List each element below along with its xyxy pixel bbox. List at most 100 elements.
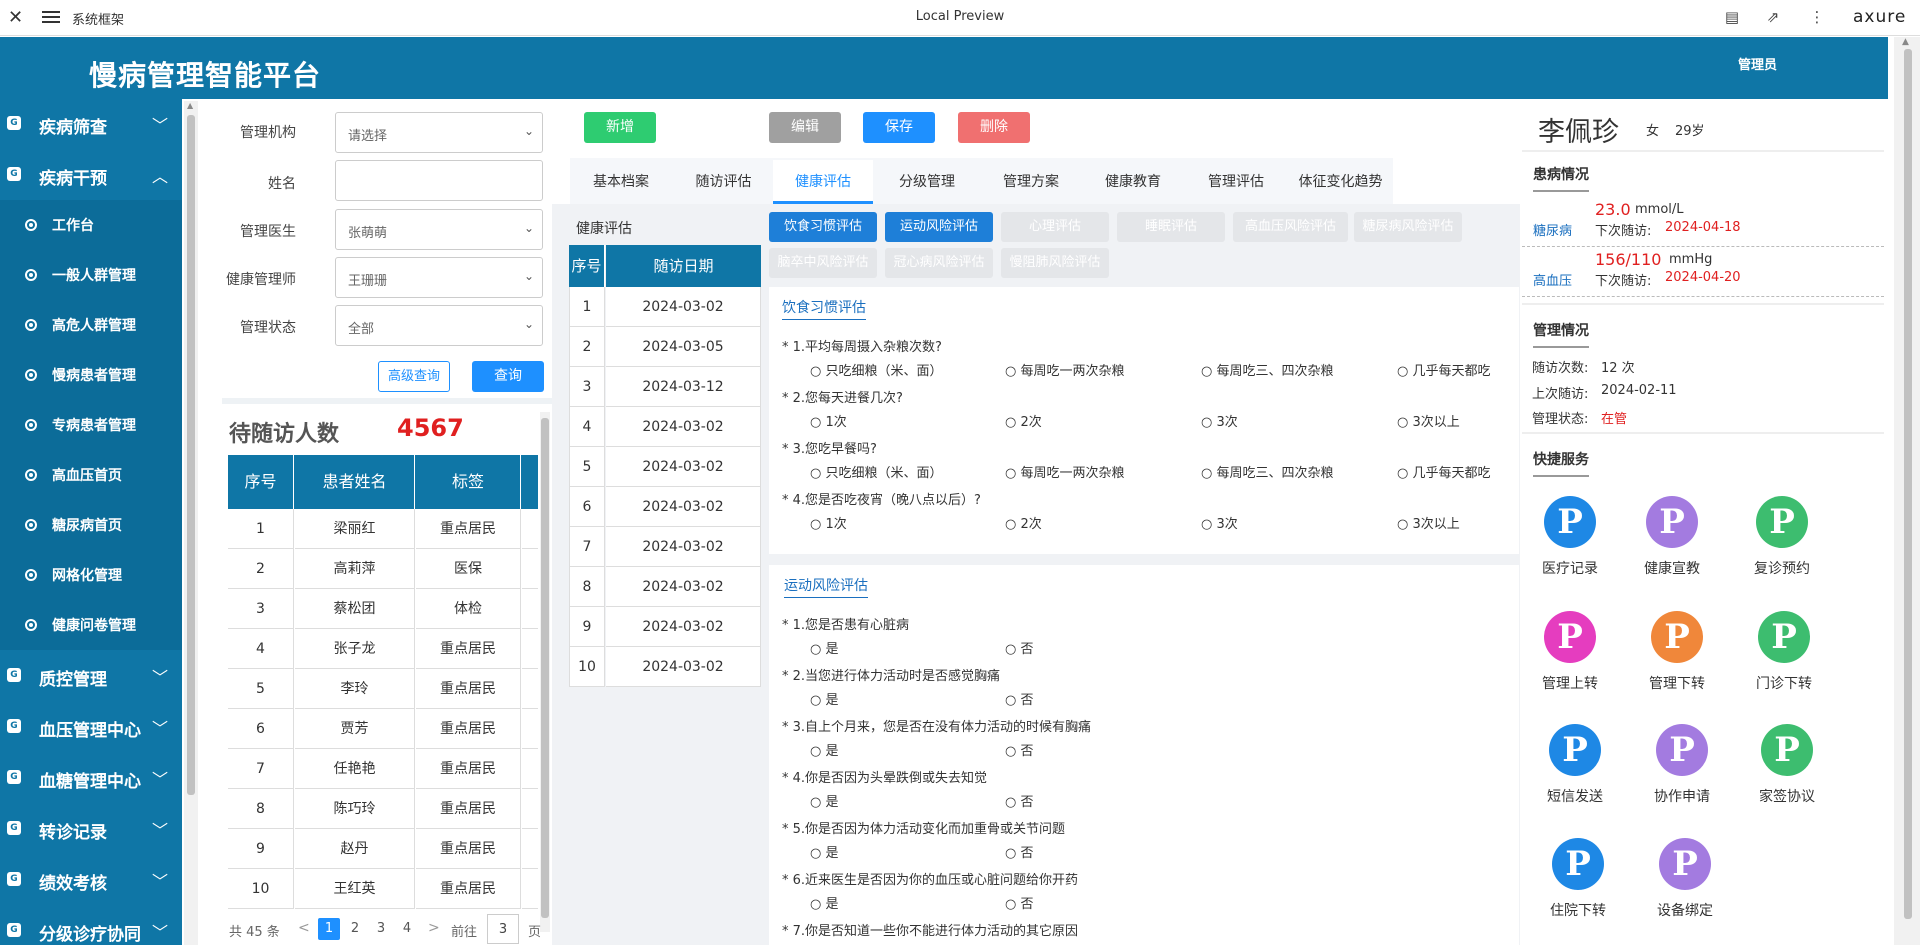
radio-option[interactable]: ○ 是 xyxy=(810,689,839,708)
radio-option[interactable]: ○ 否 xyxy=(1005,791,1034,810)
sidebar-group[interactable]: G 分级诊疗协同 ﹀ xyxy=(0,906,182,945)
table-row[interactable]: 2024-03-02 xyxy=(606,647,761,687)
radio-option[interactable]: ○ 每周吃三、四次杂粮 xyxy=(1201,360,1334,379)
table-row[interactable]: 2024-03-02 xyxy=(606,527,761,567)
radio-option[interactable]: ○ 是 xyxy=(810,893,839,912)
tab-6[interactable]: 健康教育 xyxy=(1083,160,1183,204)
tab-3[interactable]: 健康评估 xyxy=(773,160,873,204)
eval-tag[interactable]: 慢阻肺风险评估 xyxy=(1001,248,1109,278)
radio-option[interactable]: ○ 3次以上 xyxy=(1397,411,1509,430)
tab-8[interactable]: 体征变化趋势 xyxy=(1289,160,1392,204)
tab-4[interactable]: 分级管理 xyxy=(877,160,977,204)
eval-tag[interactable]: 冠心病风险评估 xyxy=(885,248,993,278)
eval-tag[interactable]: 睡眠评估 xyxy=(1117,212,1225,242)
sidebar-item[interactable]: 一般人群管理 xyxy=(0,250,182,300)
radio-option[interactable]: ○ 是 xyxy=(810,638,839,657)
service-4[interactable]: P 管理上转 xyxy=(1530,611,1610,693)
radio-option[interactable]: ○ 1次 xyxy=(810,411,847,430)
sidebar-item[interactable]: 专病患者管理 xyxy=(0,400,182,450)
eval-tag[interactable]: 糖尿病风险评估 xyxy=(1354,212,1462,242)
service-11[interactable]: P 设备绑定 xyxy=(1645,838,1725,920)
table-scrollbar[interactable] xyxy=(540,412,550,932)
pagination-prev[interactable]: < xyxy=(298,920,310,936)
radio-option[interactable]: ○ 是 xyxy=(810,740,839,759)
doctor-select[interactable]: 张萌萌 ⌄ xyxy=(335,209,543,250)
share-icon[interactable]: ⇗ xyxy=(1764,8,1782,26)
radio-option[interactable]: ○ 只吃细粮（米、面） xyxy=(810,360,943,379)
pagination-page[interactable]: 3 xyxy=(370,918,392,940)
sidebar-item[interactable]: 高危人群管理 xyxy=(0,300,182,350)
eval-tag[interactable]: 心理评估 xyxy=(1001,212,1109,242)
notes-icon[interactable]: ▤ xyxy=(1723,8,1741,26)
eval-tag[interactable]: 高血压风险评估 xyxy=(1233,212,1348,242)
pagination-page[interactable]: 1 xyxy=(318,918,340,940)
sidebar-item[interactable]: 工作台 xyxy=(0,200,182,250)
service-10[interactable]: P 住院下转 xyxy=(1538,838,1618,920)
table-row[interactable]: 2024-03-12 xyxy=(606,367,761,407)
menu-icon[interactable] xyxy=(42,8,60,24)
query-button[interactable]: 查询 xyxy=(472,361,544,392)
edit-button[interactable]: 编辑 xyxy=(769,112,841,143)
eval-tag[interactable]: 运动风险评估 xyxy=(885,212,993,242)
sidebar-item[interactable]: 网格化管理 xyxy=(0,550,182,600)
radio-option[interactable]: ○ 否 xyxy=(1005,893,1034,912)
service-8[interactable]: P 协作申请 xyxy=(1642,724,1722,806)
service-1[interactable]: P 医疗记录 xyxy=(1530,496,1610,578)
radio-option[interactable]: ○ 3次 xyxy=(1201,513,1238,532)
service-5[interactable]: P 管理下转 xyxy=(1637,611,1717,693)
column-header[interactable]: 序号 xyxy=(228,455,294,509)
sidebar-group[interactable]: G 疾病干预 ︿ xyxy=(0,150,182,200)
page-scrollbar[interactable]: ▲ xyxy=(1894,37,1920,945)
radio-option[interactable]: ○ 几乎每天都吃 xyxy=(1397,462,1509,481)
condition-name[interactable]: 糖尿病 xyxy=(1533,220,1572,239)
sidebar-group[interactable]: G 疾病筛查 ﹀ xyxy=(0,99,182,149)
tab-7[interactable]: 管理评估 xyxy=(1186,160,1286,204)
table-row[interactable]: 2024-03-02 xyxy=(606,487,761,527)
radio-option[interactable]: ○ 是 xyxy=(810,791,839,810)
table-row[interactable]: 2024-03-02 xyxy=(606,567,761,607)
sidebar-group[interactable]: G 质控管理 ﹀ xyxy=(0,651,182,701)
table-row[interactable]: 2024-03-02 xyxy=(606,287,761,327)
pagination-page[interactable]: 2 xyxy=(344,918,366,940)
radio-option[interactable]: ○ 否 xyxy=(1005,638,1034,657)
sidebar-item[interactable]: 高血压首页 xyxy=(0,450,182,500)
pagination-next[interactable]: > xyxy=(428,920,440,936)
sidebar-item[interactable]: 糖尿病首页 xyxy=(0,500,182,550)
column-header[interactable]: 标签 xyxy=(416,455,521,509)
radio-option[interactable]: ○ 3次 xyxy=(1201,411,1238,430)
table-row[interactable]: 2024-03-02 xyxy=(606,607,761,647)
user-name[interactable]: 管理员 xyxy=(1738,54,1777,73)
sidebar-group[interactable]: G 转诊记录 ﹀ xyxy=(0,804,182,854)
service-6[interactable]: P 门诊下转 xyxy=(1744,611,1824,693)
column-header[interactable]: 患者姓名 xyxy=(295,455,415,509)
sidebar-item[interactable]: 健康问卷管理 xyxy=(0,600,182,650)
add-button[interactable]: 新增 xyxy=(584,112,656,143)
close-icon[interactable]: ✕ xyxy=(8,7,23,28)
sidebar-group[interactable]: G 绩效考核 ﹀ xyxy=(0,855,182,905)
tab-2[interactable]: 随访评估 xyxy=(676,160,771,204)
eval-tag[interactable]: 饮食习惯评估 xyxy=(769,212,877,242)
radio-option[interactable]: ○ 否 xyxy=(1005,842,1034,861)
radio-option[interactable]: ○ 是 xyxy=(810,842,839,861)
column-header[interactable]: 随访日期 xyxy=(606,245,761,287)
more-icon[interactable]: ⋮ xyxy=(1808,8,1826,26)
advanced-query-button[interactable]: 高级查询 xyxy=(378,361,450,392)
health-manager-select[interactable]: 王珊珊 ⌄ xyxy=(335,257,543,298)
table-row[interactable]: 2024-03-02 xyxy=(606,447,761,487)
name-input[interactable] xyxy=(335,160,543,201)
radio-option[interactable]: ○ 每周吃一两次杂粮 xyxy=(1005,360,1125,379)
eval-tag[interactable]: 脑卒中风险评估 xyxy=(769,248,877,278)
save-button[interactable]: 保存 xyxy=(863,112,935,143)
org-select[interactable]: 请选择 ⌄ xyxy=(335,112,543,153)
tab-1[interactable]: 基本档案 xyxy=(570,160,672,204)
condition-name[interactable]: 高血压 xyxy=(1533,270,1572,289)
radio-option[interactable]: ○ 否 xyxy=(1005,689,1034,708)
sidebar-item[interactable]: 慢病患者管理 xyxy=(0,350,182,400)
service-2[interactable]: P 健康宣教 xyxy=(1632,496,1712,578)
table-row[interactable]: 2024-03-02 xyxy=(606,407,761,447)
radio-option[interactable]: ○ 几乎每天都吃 xyxy=(1397,360,1509,379)
service-3[interactable]: P 复诊预约 xyxy=(1742,496,1822,578)
pagination-page[interactable]: 4 xyxy=(396,918,418,940)
service-7[interactable]: P 短信发送 xyxy=(1535,724,1615,806)
radio-option[interactable]: ○ 2次 xyxy=(1005,411,1042,430)
